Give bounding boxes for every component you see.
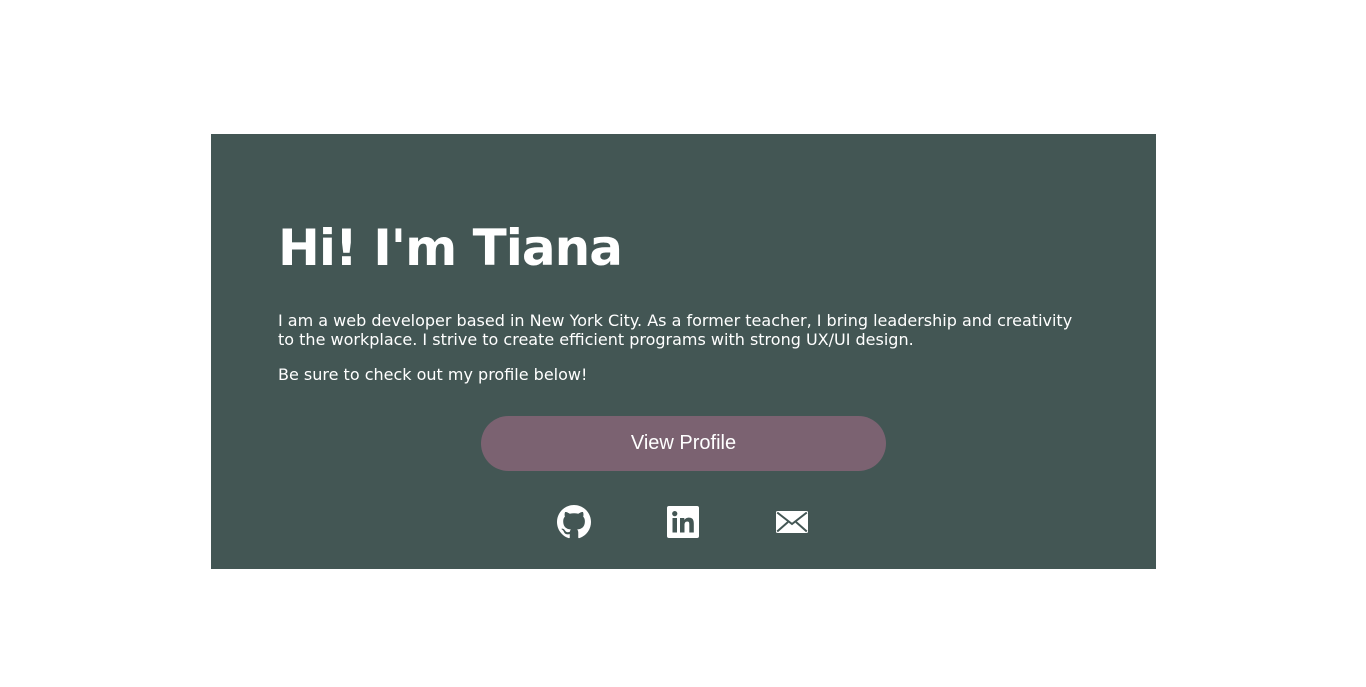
page-title: Hi! I'm Tiana bbox=[278, 219, 623, 277]
github-icon[interactable] bbox=[557, 505, 591, 539]
view-profile-button[interactable]: View Profile bbox=[481, 416, 886, 471]
cta-text: Be sure to check out my profile below! bbox=[278, 365, 588, 384]
linkedin-icon[interactable] bbox=[666, 505, 700, 539]
bio-text: I am a web developer based in New York C… bbox=[278, 311, 1073, 349]
hero-card: Hi! I'm Tiana I am a web developer based… bbox=[211, 134, 1156, 569]
bio-section: I am a web developer based in New York C… bbox=[278, 311, 1093, 384]
mail-icon[interactable] bbox=[775, 505, 809, 539]
